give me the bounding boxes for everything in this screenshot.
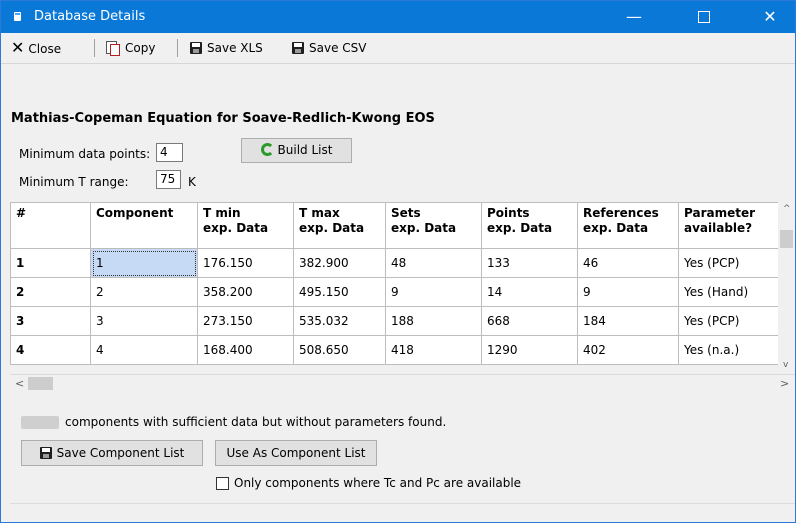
table-row[interactable]: 4 4 168.400 508.650 418 1290 402 Yes (n.… — [10, 335, 779, 365]
app-icon — [14, 12, 21, 21]
toolbar: ✕ Close Copy Save XLS Save CSV — [1, 33, 795, 64]
table-cell[interactable]: 402 — [577, 335, 679, 365]
table-cell[interactable]: 4 — [90, 335, 198, 365]
close-button[interactable]: ✕ Close — [11, 39, 61, 57]
scroll-right-icon[interactable]: > — [780, 377, 789, 390]
column-header[interactable]: T max exp. Data — [293, 202, 386, 249]
table-cell[interactable]: Yes (PCP) — [678, 306, 779, 336]
use-as-component-list-button[interactable]: Use As Component List — [215, 440, 377, 466]
table-cell[interactable]: Yes (PCP) — [678, 248, 779, 278]
title-bar[interactable]: Database Details — ✕ — [1, 1, 795, 33]
table-cell[interactable]: 133 — [481, 248, 578, 278]
row-number-cell[interactable]: 2 — [10, 277, 91, 307]
min-points-label: Minimum data points: — [19, 147, 151, 161]
vertical-scrollbar[interactable]: ^ v — [778, 202, 795, 374]
table-cell[interactable]: 14 — [481, 277, 578, 307]
scroll-up-icon[interactable]: ^ — [783, 204, 791, 214]
scroll-down-icon[interactable]: v — [783, 360, 788, 370]
table-cell[interactable]: 508.650 — [293, 335, 386, 365]
table-cell[interactable]: 3 — [90, 306, 198, 336]
table-cell[interactable]: 535.032 — [293, 306, 386, 336]
column-header[interactable]: References exp. Data — [577, 202, 679, 249]
horizontal-scrollbar[interactable]: < > — [10, 374, 795, 392]
minimize-icon: — — [626, 7, 642, 26]
missing-parameters-info: components with sufficient data but with… — [65, 415, 447, 429]
window-title: Database Details — [34, 9, 146, 24]
floppy-disk-icon — [39, 447, 52, 459]
redacted-count — [21, 416, 59, 429]
table-cell[interactable]: 418 — [385, 335, 482, 365]
status-bar-divider — [10, 503, 795, 504]
copy-button-label: Copy — [125, 41, 156, 55]
close-button-label: Close — [28, 42, 62, 56]
min-range-label: Minimum T range: — [19, 175, 129, 189]
floppy-disk-icon — [190, 42, 202, 54]
maximize-icon — [698, 11, 710, 23]
kelvin-unit-label: K — [188, 175, 196, 189]
column-header[interactable]: Parameter available? — [678, 202, 779, 249]
table-cell[interactable]: 273.150 — [197, 306, 294, 336]
vertical-scroll-thumb[interactable] — [780, 230, 793, 248]
equation-heading: Mathias-Copeman Equation for Soave-Redli… — [11, 111, 435, 126]
table-cell[interactable]: 176.150 — [197, 248, 294, 278]
table-cell[interactable]: 188 — [385, 306, 482, 336]
table-row[interactable]: 3 3 273.150 535.032 188 668 184 Yes (PCP… — [10, 306, 779, 336]
column-header[interactable]: Sets exp. Data — [385, 202, 482, 249]
table-cell[interactable]: 9 — [577, 277, 679, 307]
table-cell[interactable]: 1290 — [481, 335, 578, 365]
table-cell[interactable]: 48 — [385, 248, 482, 278]
horizontal-scroll-thumb[interactable] — [28, 377, 53, 390]
table-row[interactable]: 1 1 176.150 382.900 48 133 46 Yes (PCP) — [10, 248, 779, 278]
table-cell[interactable]: 1 — [90, 248, 198, 278]
table-cell[interactable]: 46 — [577, 248, 679, 278]
copy-button[interactable]: Copy — [106, 39, 155, 57]
save-xls-label: Save XLS — [207, 41, 263, 55]
close-icon: ✕ — [763, 7, 777, 26]
build-list-button[interactable]: Build List — [241, 138, 352, 163]
toolbar-separator — [94, 39, 95, 57]
save-csv-label: Save CSV — [309, 41, 367, 55]
table-header-row: # Component T min exp. Data T max exp. Dat… — [10, 202, 779, 249]
table-cell[interactable]: 668 — [481, 306, 578, 336]
save-component-list-label: Save Component List — [56, 446, 185, 460]
x-icon: ✕ — [11, 38, 25, 57]
data-grid[interactable]: # Component T min exp. Data T max exp. Dat… — [10, 202, 796, 384]
row-number-cell[interactable]: 3 — [10, 306, 91, 336]
use-as-component-list-label: Use As Component List — [226, 446, 366, 460]
database-details-window: Database Details — ✕ ✕ Close Copy Save XL… — [0, 0, 796, 523]
refresh-icon — [260, 143, 274, 156]
row-number-cell[interactable]: 1 — [10, 248, 91, 278]
toolbar-separator — [177, 39, 178, 57]
table-cell[interactable]: 2 — [90, 277, 198, 307]
only-tc-pc-checkbox[interactable] — [216, 477, 229, 490]
save-xls-button[interactable]: Save XLS — [190, 39, 263, 57]
components-table: # Component T min exp. Data T max exp. Dat… — [10, 202, 779, 365]
maximize-button[interactable] — [681, 1, 727, 33]
column-header[interactable]: # — [10, 202, 91, 249]
table-cell[interactable]: 358.200 — [197, 277, 294, 307]
save-component-list-button[interactable]: Save Component List — [21, 440, 203, 466]
table-cell[interactable]: Yes (Hand) — [678, 277, 779, 307]
column-header[interactable]: Points exp. Data — [481, 202, 578, 249]
build-list-label: Build List — [277, 143, 333, 157]
floppy-disk-icon — [292, 42, 304, 54]
table-row[interactable]: 2 2 358.200 495.150 9 14 9 Yes (Hand) — [10, 277, 779, 307]
table-cell[interactable]: 9 — [385, 277, 482, 307]
table-cell[interactable]: Yes (n.a.) — [678, 335, 779, 365]
column-header[interactable]: Component — [90, 202, 198, 249]
only-tc-pc-label[interactable]: Only components where Tc and Pc are avai… — [234, 476, 521, 490]
table-cell[interactable]: 495.150 — [293, 277, 386, 307]
column-header[interactable]: T min exp. Data — [197, 202, 294, 249]
table-cell[interactable]: 382.900 — [293, 248, 386, 278]
row-number-cell[interactable]: 4 — [10, 335, 91, 365]
minimize-button[interactable]: — — [611, 1, 657, 33]
min-range-input[interactable]: 75 — [156, 170, 181, 189]
table-cell[interactable]: 168.400 — [197, 335, 294, 365]
close-window-button[interactable]: ✕ — [747, 1, 793, 33]
table-cell[interactable]: 184 — [577, 306, 679, 336]
copy-icon — [106, 41, 120, 56]
save-csv-button[interactable]: Save CSV — [292, 39, 366, 57]
min-points-input[interactable]: 4 — [156, 143, 183, 162]
scroll-left-icon[interactable]: < — [15, 377, 24, 390]
